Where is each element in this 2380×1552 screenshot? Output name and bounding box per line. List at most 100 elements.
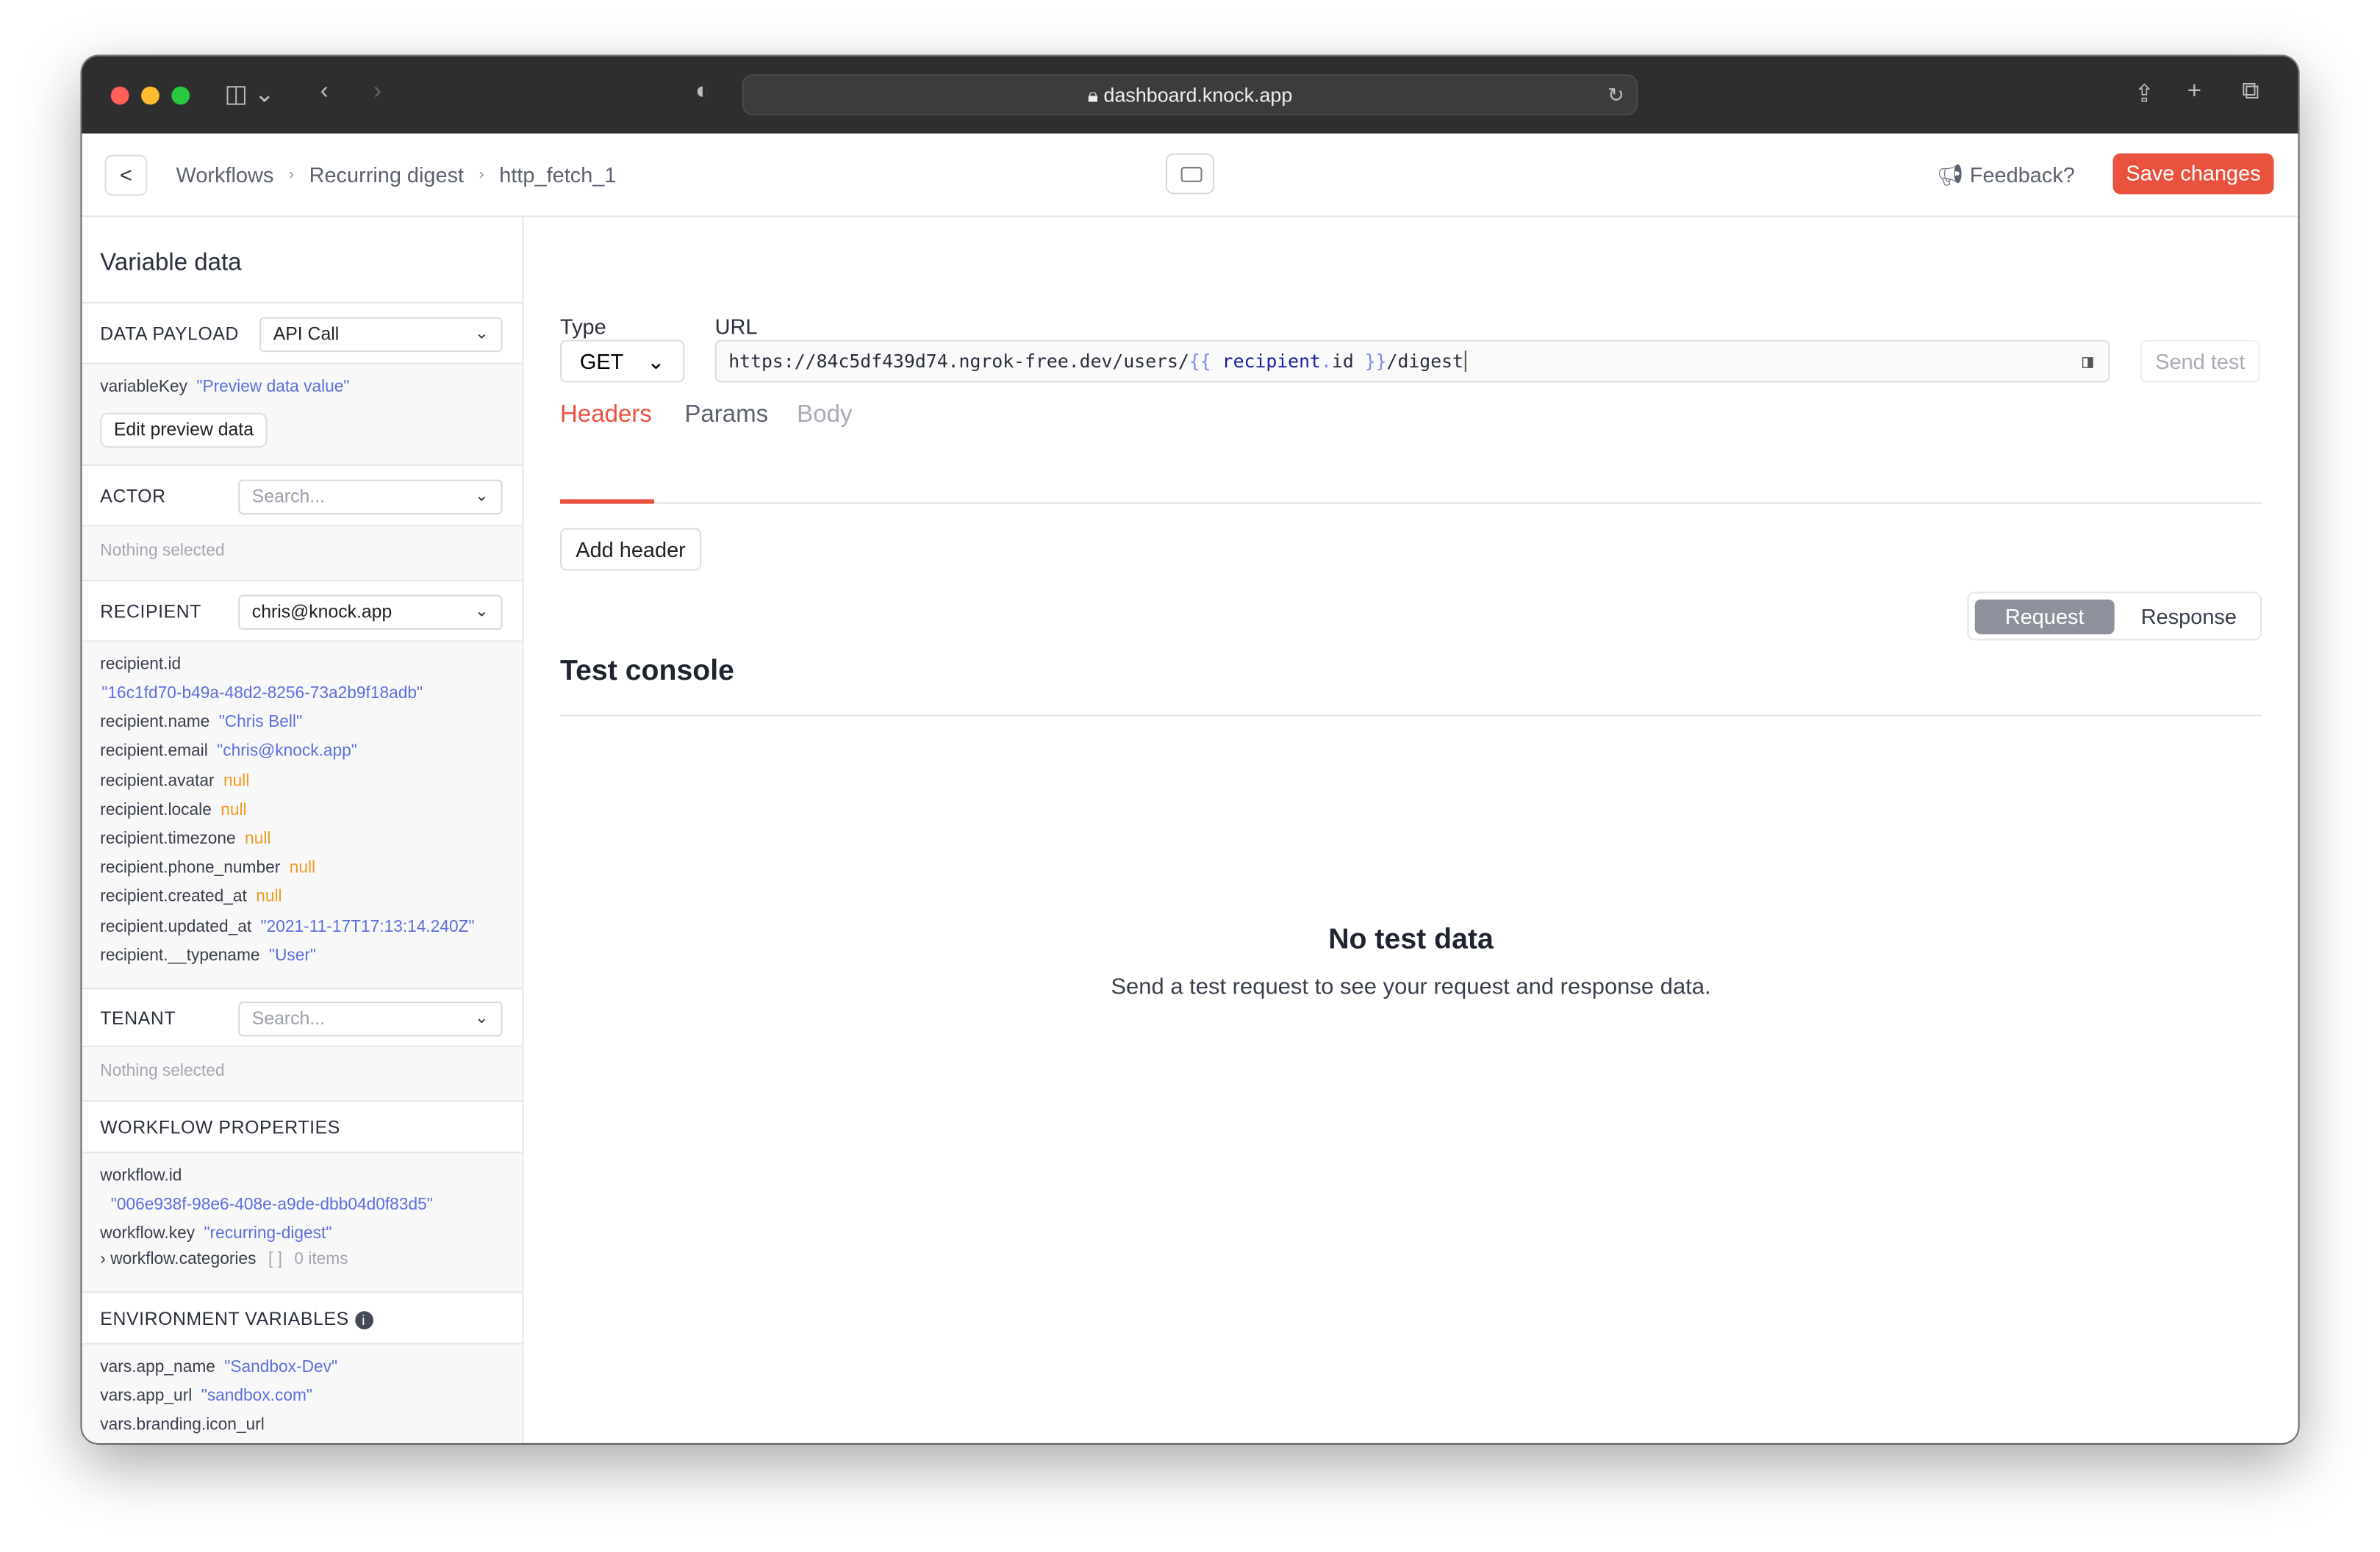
field-key: recipient.id [100,655,182,674]
console-divider [560,714,2262,716]
env-vars-label: ENVIRONMENT VARIABLES [100,1308,349,1330]
chevron-down-icon: ⌄ [474,486,489,506]
close-window-button[interactable] [110,86,129,105]
address-bar[interactable]: 🔒︎ dashboard.knock.app ↻ [742,74,1638,115]
panel-icon [1180,167,1202,182]
field-row: recipient.phone_number null [100,859,315,877]
new-tab-icon[interactable]: + [2187,79,2201,106]
field-key: recipient.name [100,713,210,732]
sidebar-toggle-icon[interactable]: ◫ ⌄ [225,79,275,109]
env-vars-header: ENVIRONMENT VARIABLES i [100,1308,373,1330]
variable-picker-icon[interactable]: ◨ [2082,342,2093,381]
tenant-empty-text: Nothing selected [100,1062,225,1081]
breadcrumb-recurring-digest[interactable]: Recurring digest [309,162,465,187]
test-console-title: Test console [560,655,734,688]
actor-select[interactable]: Search... ⌄ [238,479,503,515]
data-payload-value: API Call [273,323,340,345]
field-value: "16c1fd70-b49a-48d2-8256-73a2b9f18adb" [101,684,423,703]
field-row: recipient.email "chris@knock.app" [100,743,357,761]
save-changes-button[interactable]: Save changes [2112,153,2274,195]
empty-state-text: Send a test request to see your request … [1111,974,1711,1000]
tenant-select[interactable]: Search... ⌄ [238,1001,503,1037]
share-icon[interactable]: ⇪ [2135,79,2155,109]
variable-data-sidebar: Variable data DATA PAYLOAD API Call ⌄ var… [82,217,524,1443]
field-value: "Chris Bell" [218,713,303,732]
feedback-button[interactable]: 📢︎ Feedback? [1937,162,2075,188]
field-key: recipient.avatar [100,772,215,791]
active-tab-indicator [560,499,655,504]
forward-nav-icon[interactable]: › [373,79,381,106]
back-nav-icon[interactable]: ‹ [320,79,329,106]
method-value: GET [579,348,624,374]
megaphone-icon: 📢︎ [1937,162,1970,187]
workflow-key-key: workflow.key [100,1224,196,1243]
url-var: recipient [1222,351,1321,372]
tenant-label: TENANT [100,1007,176,1030]
maximize-window-button[interactable] [171,86,190,105]
browser-toolbar: ◫ ⌄ ‹ › ◐ 🔒︎ dashboard.knock.app ↻ ⇪ + ⧉ [82,56,2298,134]
lock-icon: 🔒︎ [1087,83,1104,107]
empty-state-title: No test data [1328,924,1494,957]
add-header-button[interactable]: Add header [560,528,702,571]
chevron-down-icon: ⌄ [474,1009,489,1028]
request-tab[interactable]: Request [1974,599,2115,635]
field-value: null [256,888,282,907]
field-key: recipient.updated_at [100,917,252,936]
tabs-overview-icon[interactable]: ⧉ [2242,79,2259,106]
chevron-down-icon: ⌄ [647,348,665,374]
field-value: null [245,830,271,849]
chevron-down-icon: ⌄ [474,324,489,343]
recipient-select[interactable]: chris@knock.app ⌄ [238,594,503,630]
chevron-right-icon: › [289,166,294,183]
field-row: recipient.avatar null [100,772,249,790]
minimize-window-button[interactable] [141,86,159,105]
breadcrumb: Workflows › Recurring digest › http_fetch_… [176,162,617,187]
url-brace-open: {{ [1189,351,1211,372]
console-view-toggle: Request Response [1967,592,2262,641]
edit-preview-data-button[interactable]: Edit preview data [100,412,268,448]
tab-body[interactable]: Body [797,402,852,429]
response-tab[interactable]: Response [2121,600,2257,634]
field-value: "chris@knock.app" [217,742,357,761]
tab-params[interactable]: Params [684,402,768,429]
field-key: recipient.timezone [100,830,236,849]
field-value: "2021-11-17T17:13:14.240Z" [260,917,475,936]
field-key: recipient.__typename [100,946,260,965]
breadcrumb-workflows[interactable]: Workflows [176,162,274,187]
tenant-placeholder: Search... [251,1007,325,1030]
panel-toggle-button[interactable] [1165,153,1215,195]
breadcrumb-current-step: http_fetch_1 [499,162,617,187]
field-value: "Sandbox-Dev" [224,1358,338,1377]
categories-key: workflow.categories [110,1250,257,1269]
send-test-button[interactable]: Send test [2140,340,2260,383]
var-key: variableKey [100,378,188,396]
field-row: recipient.__typename "User" [100,946,316,965]
field-row: recipient.updated_at "2021-11-17T17:13:14… [100,918,474,936]
tab-headers[interactable]: Headers [560,402,652,429]
url-label: URL [714,314,758,339]
type-label: Type [560,314,606,339]
url-suffix: /digest [1386,351,1463,372]
field-value: null [289,859,316,878]
info-icon[interactable]: i [354,1311,373,1330]
workflow-categories-row[interactable]: › workflow.categories [ ] 0 items [100,1251,348,1269]
categories-value: [ ] [268,1250,282,1269]
field-value: null [223,772,250,791]
method-select[interactable]: GET ⌄ [560,340,685,383]
field-value: "sandbox.com" [201,1387,312,1406]
workflow-id-value: "006e938f-98e6-408e-a9de-dbb04d0f83d5" [110,1196,433,1215]
text-cursor [1465,351,1467,372]
url-input[interactable]: https://84c5df439d74.ngrok-free.dev/user… [714,340,2110,383]
back-button[interactable]: < [104,154,148,196]
shield-icon[interactable]: ◐ [695,79,710,106]
reload-icon[interactable]: ↻ [1607,76,1624,114]
field-key: recipient.locale [100,800,212,819]
field-row: vars.app_url "sandbox.com" [100,1387,312,1406]
data-payload-select[interactable]: API Call ⌄ [259,317,503,353]
chevron-down-icon: ⌄ [474,602,489,621]
url-brace-close: }} [1364,351,1387,372]
field-row: recipient.id [100,655,181,674]
field-key: vars.branding.icon_url [100,1416,265,1435]
actor-placeholder: Search... [251,485,325,507]
field-row: recipient.timezone null [100,830,270,849]
